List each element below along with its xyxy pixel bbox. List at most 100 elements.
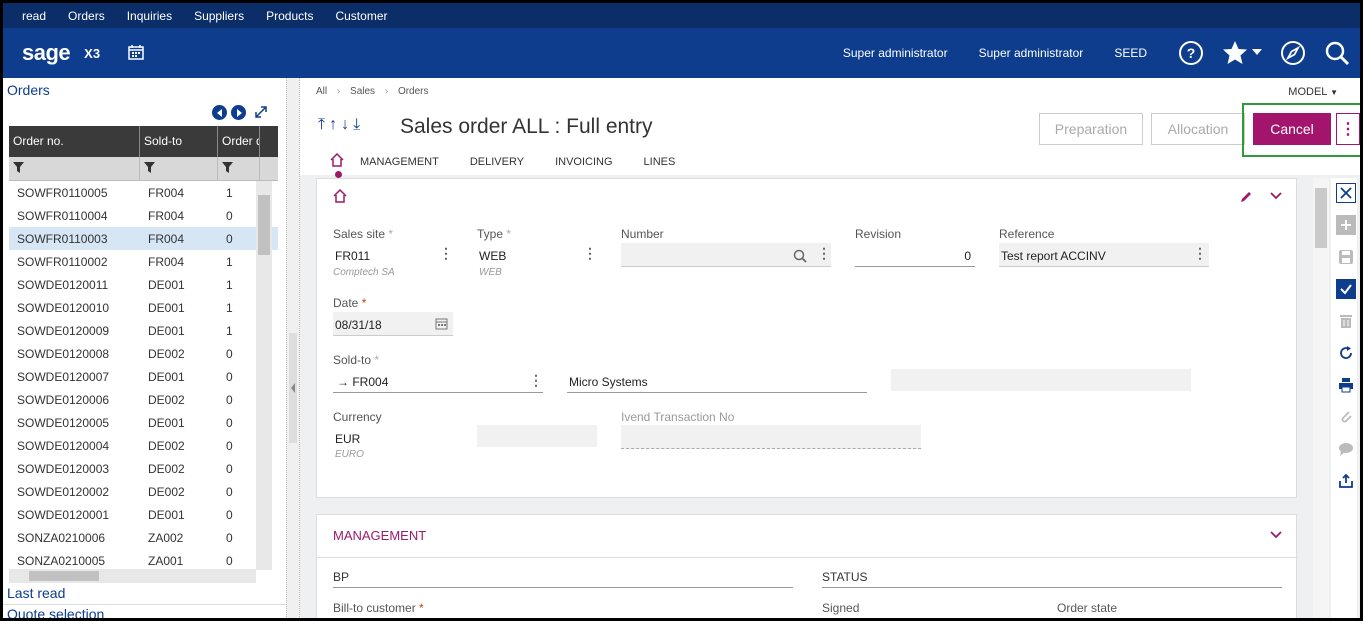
menu-item-orders[interactable]: Orders <box>68 9 105 23</box>
reference-menu-icon[interactable]: ⋮ <box>1193 245 1207 262</box>
last-read-link[interactable]: Last read <box>7 585 65 601</box>
table-row[interactable]: SONZA0210006 ZA002 0 <box>9 526 278 549</box>
cancel-button[interactable]: Cancel <box>1253 113 1331 145</box>
next-record-icon[interactable]: ↓ <box>341 116 353 133</box>
calendar-icon[interactable] <box>435 317 448 333</box>
currency-rate-field[interactable] <box>477 425 597 447</box>
breadcrumb-sales[interactable]: Sales <box>350 86 375 97</box>
sold-to-name-field[interactable]: Micro Systems <box>567 369 867 393</box>
first-record-icon[interactable]: ⤒ <box>318 116 329 133</box>
sales-site-menu-icon[interactable]: ⋮ <box>439 245 453 262</box>
last-record-icon[interactable]: ⤓ <box>353 116 364 133</box>
panel-splitter[interactable] <box>286 78 300 618</box>
sage-logo[interactable]: sage <box>22 40 71 66</box>
number-menu-icon[interactable]: ⋮ <box>817 245 831 262</box>
type-menu-icon[interactable]: ⋮ <box>583 245 597 262</box>
expand-icon[interactable] <box>254 105 268 122</box>
filter-icon[interactable] <box>140 157 218 180</box>
sold-to-field[interactable]: → FR004 <box>333 369 543 393</box>
grid-horizontal-scrollbar[interactable] <box>9 569 256 583</box>
filter-icon[interactable] <box>218 157 260 180</box>
export-icon[interactable] <box>1336 471 1356 491</box>
sold-to-extra-field[interactable] <box>891 369 1191 391</box>
breadcrumb-orders[interactable]: Orders <box>398 86 429 97</box>
chevron-down-icon[interactable] <box>1269 529 1283 544</box>
previous-page-icon[interactable] <box>212 105 227 120</box>
order-date-cell: 0 <box>226 231 233 246</box>
column-sold-to[interactable]: Sold-to <box>140 126 218 157</box>
collapse-handle[interactable] <box>289 333 297 443</box>
main-vertical-scrollbar[interactable] <box>1313 178 1329 618</box>
ivend-field[interactable] <box>621 425 921 449</box>
compass-icon[interactable] <box>1280 40 1306 66</box>
chevron-down-icon[interactable] <box>1269 190 1283 205</box>
table-row[interactable]: SOWFR0110003 FR004 0 <box>9 227 278 250</box>
grid-vertical-scrollbar[interactable] <box>256 181 272 570</box>
search-icon[interactable] <box>1324 40 1350 66</box>
table-row[interactable]: SOWDE0120005 DE001 0 <box>9 411 278 434</box>
table-row[interactable]: SOWDE0120003 DE002 0 <box>9 457 278 480</box>
folder-name[interactable]: SEED <box>1114 46 1147 60</box>
sales-site-field[interactable]: FR011 <box>333 243 453 265</box>
chevron-down-icon[interactable] <box>1252 49 1262 57</box>
table-row[interactable]: SOWDE0120001 DE001 0 <box>9 503 278 526</box>
table-row[interactable]: SOWDE0120002 DE002 0 <box>9 480 278 503</box>
menu-item-customer[interactable]: Customer <box>335 9 387 23</box>
save-icon[interactable] <box>1336 247 1356 267</box>
menu-item-inquiries[interactable]: Inquiries <box>127 9 172 23</box>
favorites-star-icon[interactable] <box>1222 40 1248 66</box>
more-actions-button[interactable]: ⋮ <box>1336 113 1360 145</box>
breadcrumb-all[interactable]: All <box>316 86 327 97</box>
sold-to-cell: DE001 <box>148 507 185 522</box>
table-row[interactable]: SOWDE0120006 DE002 0 <box>9 388 278 411</box>
refresh-icon[interactable] <box>1336 343 1356 363</box>
add-icon[interactable] <box>1336 215 1356 235</box>
column-order-date[interactable]: Order d <box>218 126 260 157</box>
preparation-button[interactable]: Preparation <box>1039 113 1143 145</box>
quote-selection-link[interactable]: Quote selection <box>7 606 104 618</box>
previous-record-icon[interactable]: ↑ <box>329 116 341 133</box>
checkmark-icon[interactable] <box>1336 279 1356 299</box>
print-icon[interactable] <box>1336 375 1356 395</box>
currency-field[interactable]: EUR <box>335 432 360 446</box>
table-row[interactable]: SOWDE0120009 DE001 1 <box>9 319 278 342</box>
table-row[interactable]: SOWDE0120010 DE001 1 <box>9 296 278 319</box>
next-page-icon[interactable] <box>231 105 246 120</box>
comment-icon[interactable] <box>1336 439 1356 459</box>
sold-to-menu-icon[interactable]: ⋮ <box>529 372 543 389</box>
menu-item-products[interactable]: Products <box>266 9 313 23</box>
table-row[interactable]: SOWDE0120008 DE002 0 <box>9 342 278 365</box>
calendar-icon[interactable] <box>128 44 144 63</box>
table-row[interactable]: SONZA0210005 ZA001 0 <box>9 549 278 570</box>
table-row[interactable]: SOWFR0110005 FR004 1 <box>9 181 278 204</box>
revision-field[interactable]: 0 <box>855 243 975 267</box>
tab-delivery[interactable]: DELIVERY <box>470 156 524 168</box>
model-selector[interactable]: MODEL ▼ <box>1288 86 1338 98</box>
tab-home[interactable] <box>330 152 344 170</box>
tab-lines[interactable]: LINES <box>644 156 676 168</box>
user-role[interactable]: Super administrator <box>843 46 948 60</box>
menu-item-suppliers[interactable]: Suppliers <box>194 9 244 23</box>
allocation-button[interactable]: Allocation <box>1151 113 1245 145</box>
column-order-no[interactable]: Order no. <box>9 126 140 157</box>
order-date-cell: 1 <box>226 185 233 200</box>
help-icon[interactable]: ? <box>1178 40 1204 66</box>
reference-field[interactable]: Test report ACCINV <box>999 243 1209 267</box>
attachment-icon[interactable] <box>1336 407 1356 427</box>
search-icon[interactable] <box>793 249 807 266</box>
tab-invoicing[interactable]: INVOICING <box>555 156 612 168</box>
sold-to-cell: DE001 <box>148 369 185 384</box>
table-row[interactable]: SOWFR0110004 FR004 0 <box>9 204 278 227</box>
type-field[interactable]: WEB <box>479 249 506 263</box>
close-icon[interactable] <box>1336 183 1356 203</box>
table-row[interactable]: SOWDE0120007 DE001 0 <box>9 365 278 388</box>
tab-management[interactable]: MANAGEMENT <box>360 156 439 168</box>
table-row[interactable]: SOWDE0120011 DE001 1 <box>9 273 278 296</box>
user-name[interactable]: Super administrator <box>979 46 1084 60</box>
table-row[interactable]: SOWDE0120004 DE002 0 <box>9 434 278 457</box>
table-row[interactable]: SOWFR0110002 FR004 1 <box>9 250 278 273</box>
filter-icon[interactable] <box>9 157 140 180</box>
edit-pencil-icon[interactable] <box>1239 190 1253 207</box>
delete-icon[interactable] <box>1336 311 1356 331</box>
menu-item-read[interactable]: read <box>22 9 46 23</box>
